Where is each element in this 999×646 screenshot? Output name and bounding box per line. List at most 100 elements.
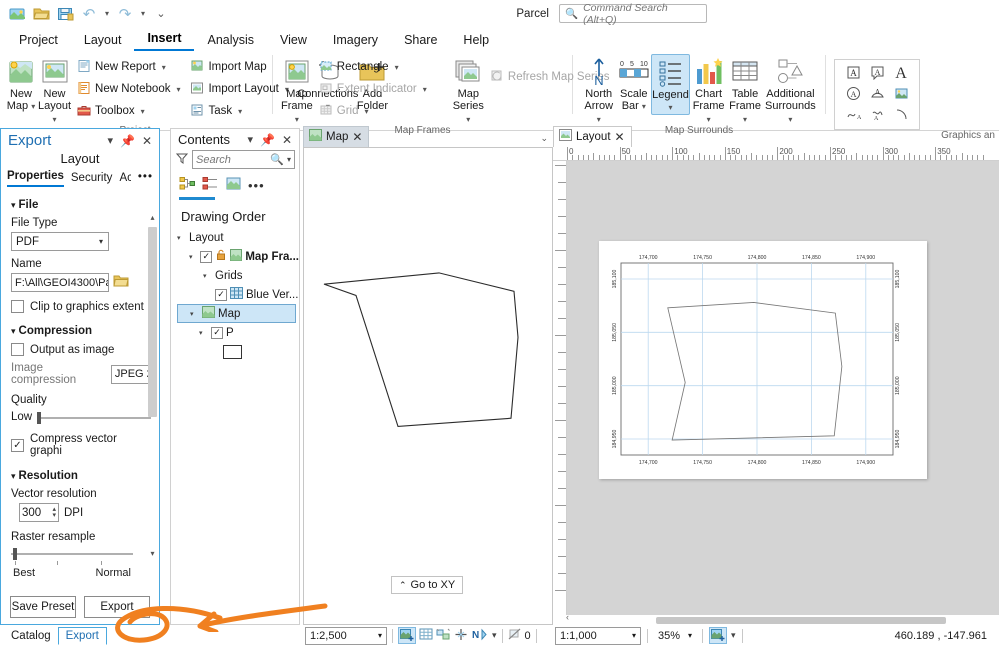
- contents-pane-menu-icon[interactable]: ▾: [247, 133, 253, 146]
- section-compression[interactable]: ▾ Compression: [11, 325, 151, 337]
- section-file[interactable]: ▾ File: [11, 199, 151, 211]
- additional-surrounds-button[interactable]: Additional Surrounds ▾: [764, 54, 817, 125]
- contents-pane-pin-icon[interactable]: 📌: [260, 133, 275, 147]
- tree-item-layout[interactable]: ▾ Layout: [177, 228, 299, 247]
- layout-scroll-left-icon[interactable]: ‹: [566, 612, 569, 622]
- parcel-layer-visibility-checkbox[interactable]: ✓: [211, 326, 223, 339]
- circle-text-icon[interactable]: A: [846, 86, 861, 104]
- grid-caret-icon[interactable]: ▾: [365, 107, 369, 116]
- layout-vertical-ruler[interactable]: [553, 161, 567, 615]
- export-pane-close-icon[interactable]: ✕: [142, 134, 152, 148]
- legend-button[interactable]: Legend ▾: [651, 54, 690, 115]
- contents-search-caret-icon[interactable]: ▾: [287, 155, 291, 164]
- new-notebook-caret-icon[interactable]: ▾: [176, 85, 180, 94]
- bookmarks-icon[interactable]: N: [471, 628, 489, 644]
- more-options-icon[interactable]: •••: [248, 178, 265, 193]
- section-resolution[interactable]: ▾ Resolution: [11, 470, 151, 482]
- geometry-text-icon[interactable]: A: [870, 107, 885, 125]
- export-pane-overflow-icon[interactable]: •••: [138, 171, 153, 187]
- tree-item-grids[interactable]: ▾ Grids: [177, 266, 299, 285]
- export-button[interactable]: Export: [84, 596, 150, 618]
- layout-view-tab[interactable]: Layout ✕: [553, 126, 632, 147]
- tree-item-map[interactable]: ▾ Map: [177, 304, 296, 323]
- save-project-icon[interactable]: [54, 3, 76, 25]
- scale-bar-caret-icon[interactable]: ▾: [642, 102, 646, 111]
- measure-icon[interactable]: [454, 628, 468, 644]
- redo-icon[interactable]: ↷: [114, 3, 136, 25]
- export-scroll-up-icon[interactable]: ▴: [148, 213, 157, 222]
- output-as-image-checkbox[interactable]: Output as image: [11, 343, 151, 356]
- clip-to-graphics-extent-checkbox[interactable]: Clip to graphics extent: [11, 300, 151, 313]
- callout-text-icon[interactable]: A: [870, 65, 885, 83]
- new-project-icon[interactable]: [6, 3, 28, 25]
- open-project-icon[interactable]: [30, 3, 52, 25]
- list-by-source-icon[interactable]: [202, 176, 219, 194]
- bottom-tab-export[interactable]: Export: [57, 626, 107, 645]
- save-preset-button[interactable]: Save Preset: [10, 596, 76, 618]
- select-features-icon[interactable]: [436, 628, 451, 644]
- toolbox-button[interactable]: Toolbox ▾: [73, 100, 184, 122]
- new-notebook-button[interactable]: New Notebook ▾: [73, 78, 184, 100]
- list-by-selection-icon[interactable]: [225, 176, 242, 194]
- map-series-button[interactable]: Map Series ▾: [453, 54, 484, 125]
- clear-selection-icon[interactable]: [508, 628, 522, 644]
- command-search-input[interactable]: 🔍 Command Search (Alt+Q): [559, 2, 707, 26]
- scale-bar-button[interactable]: 0 5 10 Scale Bar ▾: [617, 54, 650, 113]
- tab-imagery[interactable]: Imagery: [320, 31, 391, 51]
- dpi-stepper[interactable]: 300 ▴ ▾: [19, 503, 59, 522]
- tab-insert[interactable]: Insert: [134, 29, 195, 51]
- raster-resample-knob[interactable]: [13, 548, 17, 560]
- tab-properties[interactable]: Properties: [7, 170, 64, 187]
- file-type-select[interactable]: PDF ▾: [11, 232, 109, 251]
- new-map-button[interactable]: New Map ▾: [6, 54, 36, 113]
- map-canvas[interactable]: ⌃ Go to XY: [303, 147, 553, 625]
- export-scroll-thumb[interactable]: [148, 227, 157, 417]
- map-view-tab[interactable]: Map ✕: [303, 126, 370, 147]
- undo-dropdown-icon[interactable]: ▾: [102, 3, 112, 25]
- tab-analysis[interactable]: Analysis: [194, 31, 267, 51]
- tab-project[interactable]: Project: [6, 31, 71, 51]
- chart-frame-button[interactable]: Chart Frame ▾: [691, 54, 726, 125]
- curved-text-icon[interactable]: A: [870, 86, 885, 104]
- map-frame-expander-icon[interactable]: ▾: [189, 253, 197, 261]
- contents-search-input[interactable]: Search 🔍 ▾: [192, 150, 295, 169]
- tab-layout[interactable]: Layout: [71, 31, 135, 51]
- arc-icon[interactable]: [894, 107, 909, 125]
- tab-security[interactable]: Security: [71, 172, 113, 187]
- chart-frame-caret-icon[interactable]: ▾: [707, 115, 711, 124]
- layout-horizontal-scrollbar[interactable]: ‹: [553, 612, 999, 625]
- layout-toolbar-dropdown-icon[interactable]: ▾: [731, 630, 736, 641]
- map-frame-button[interactable]: Map Frame ▾: [281, 54, 313, 125]
- export-scroll-down-icon[interactable]: ▾: [148, 549, 157, 558]
- parcel-layer-expander-icon[interactable]: ▾: [199, 329, 208, 337]
- rectangle-button[interactable]: Rectangle ▾: [315, 56, 431, 78]
- explore-icon[interactable]: [398, 627, 416, 644]
- contents-search-icon[interactable]: 🔍: [270, 153, 284, 166]
- tree-item-map-frame[interactable]: ▾ ✓ Map Fra...: [177, 247, 299, 266]
- tab-help[interactable]: Help: [450, 31, 502, 51]
- layout-scroll-thumb[interactable]: [656, 617, 946, 624]
- tab-share[interactable]: Share: [391, 31, 450, 51]
- go-to-xy-button[interactable]: ⌃ Go to XY: [391, 576, 464, 594]
- layout-expander-icon[interactable]: ▾: [177, 234, 186, 242]
- quality-slider[interactable]: [37, 411, 151, 425]
- layout-tab-close-icon[interactable]: ✕: [615, 130, 625, 144]
- north-arrow-caret-icon[interactable]: ▾: [597, 115, 601, 124]
- tab-view[interactable]: View: [267, 31, 320, 51]
- layout-canvas[interactable]: 174,700 174,700 174,750 174,750 174,800 174,8…: [567, 161, 999, 615]
- spline-text-icon[interactable]: A: [846, 107, 862, 125]
- grid-visibility-checkbox[interactable]: ✓: [215, 288, 227, 301]
- table-frame-caret-icon[interactable]: ▾: [743, 115, 747, 124]
- tree-item-parcel-layer[interactable]: ▾ ✓ P: [177, 323, 299, 342]
- lock-icon[interactable]: [215, 249, 227, 264]
- task-caret-icon[interactable]: ▾: [238, 107, 242, 116]
- new-report-caret-icon[interactable]: ▾: [162, 63, 166, 72]
- rectangle-caret-icon[interactable]: ▾: [395, 63, 399, 72]
- map-series-caret-icon[interactable]: ▾: [466, 115, 470, 124]
- export-pane-pin-icon[interactable]: 📌: [120, 134, 135, 148]
- map-toolbar-dropdown-icon[interactable]: ▾: [492, 630, 497, 641]
- extent-indicator-caret-icon[interactable]: ▾: [423, 85, 427, 94]
- bottom-tab-catalog[interactable]: Catalog: [4, 628, 58, 644]
- map-view-options-caret-icon[interactable]: ⌄: [540, 133, 553, 147]
- tree-item-symbol-swatch[interactable]: [177, 342, 299, 361]
